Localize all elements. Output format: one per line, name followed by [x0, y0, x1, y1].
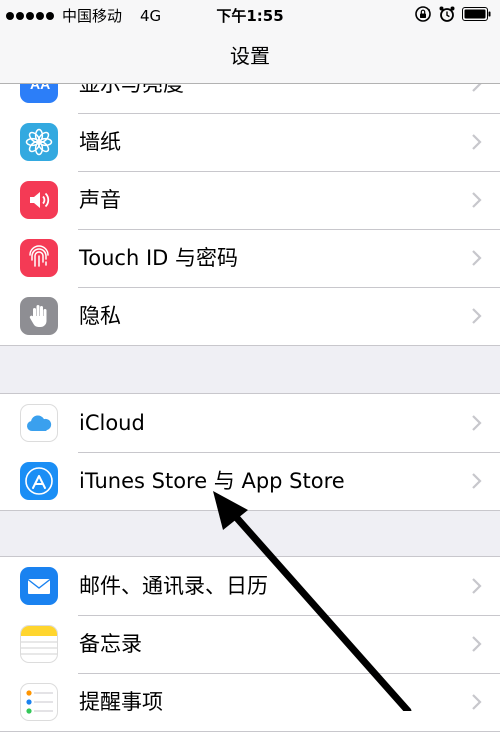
status-bar: 中国移动 4G 下午1:55 — [0, 0, 500, 30]
settings-row-label: iTunes Store 与 App Store — [79, 469, 345, 493]
chevron-right-icon — [472, 192, 482, 208]
notes-icon — [20, 625, 58, 663]
chevron-right-icon — [472, 134, 482, 150]
chevron-right-icon — [472, 636, 482, 652]
settings-row-label: 墙纸 — [79, 130, 121, 154]
settings-row-label: iCloud — [79, 411, 145, 435]
settings-row-icloud[interactable]: iCloud — [0, 394, 500, 452]
settings-row-label: Touch ID 与密码 — [79, 246, 238, 270]
speaker-icon — [20, 181, 58, 219]
navigation-bar: 设置 — [0, 30, 500, 84]
hand-icon — [20, 297, 58, 335]
cloud-icon — [20, 404, 58, 442]
settings-group-cloud-store: iCloud iTunes Store 与 App Store — [0, 393, 500, 511]
wallpaper-flower-icon — [20, 123, 58, 161]
settings-row-reminders[interactable]: 提醒事项 — [0, 673, 500, 731]
settings-row-sounds[interactable]: 声音 — [0, 171, 500, 229]
app-store-icon — [20, 462, 58, 500]
settings-row-label: 邮件、通讯录、日历 — [79, 574, 268, 598]
mail-icon — [20, 567, 58, 605]
alarm-icon — [439, 6, 455, 22]
chevron-right-icon — [472, 250, 482, 266]
settings-row-label: 声音 — [79, 188, 121, 212]
chevron-right-icon — [472, 308, 482, 324]
rotation-lock-icon — [415, 6, 431, 22]
settings-row-label: 隐私 — [79, 304, 121, 328]
battery-icon — [462, 7, 491, 21]
settings-row-label: 备忘录 — [79, 632, 142, 656]
chevron-right-icon — [472, 578, 482, 594]
chevron-right-icon — [472, 694, 482, 710]
fingerprint-icon — [20, 239, 58, 277]
settings-row-wallpaper[interactable]: 墙纸 — [0, 113, 500, 171]
settings-row-notes[interactable]: 备忘录 — [0, 615, 500, 673]
settings-group-display: AA 显示与亮度 墙纸 声音 Touch ID 与密码 隐私 — [0, 54, 500, 346]
status-right — [414, 5, 492, 23]
settings-row-label: 提醒事项 — [79, 690, 163, 714]
settings-row-privacy[interactable]: 隐私 — [0, 287, 500, 345]
page-title: 设置 — [230, 44, 270, 68]
chevron-right-icon — [472, 415, 482, 431]
settings-row-itunes-app-store[interactable]: iTunes Store 与 App Store — [0, 452, 500, 510]
settings-group-apps: 邮件、通讯录、日历 备忘录 提醒事项 — [0, 556, 500, 732]
reminders-icon — [20, 683, 58, 721]
settings-row-touch-id[interactable]: Touch ID 与密码 — [0, 229, 500, 287]
settings-row-mail-contacts-calendars[interactable]: 邮件、通讯录、日历 — [0, 557, 500, 615]
chevron-right-icon — [472, 473, 482, 489]
